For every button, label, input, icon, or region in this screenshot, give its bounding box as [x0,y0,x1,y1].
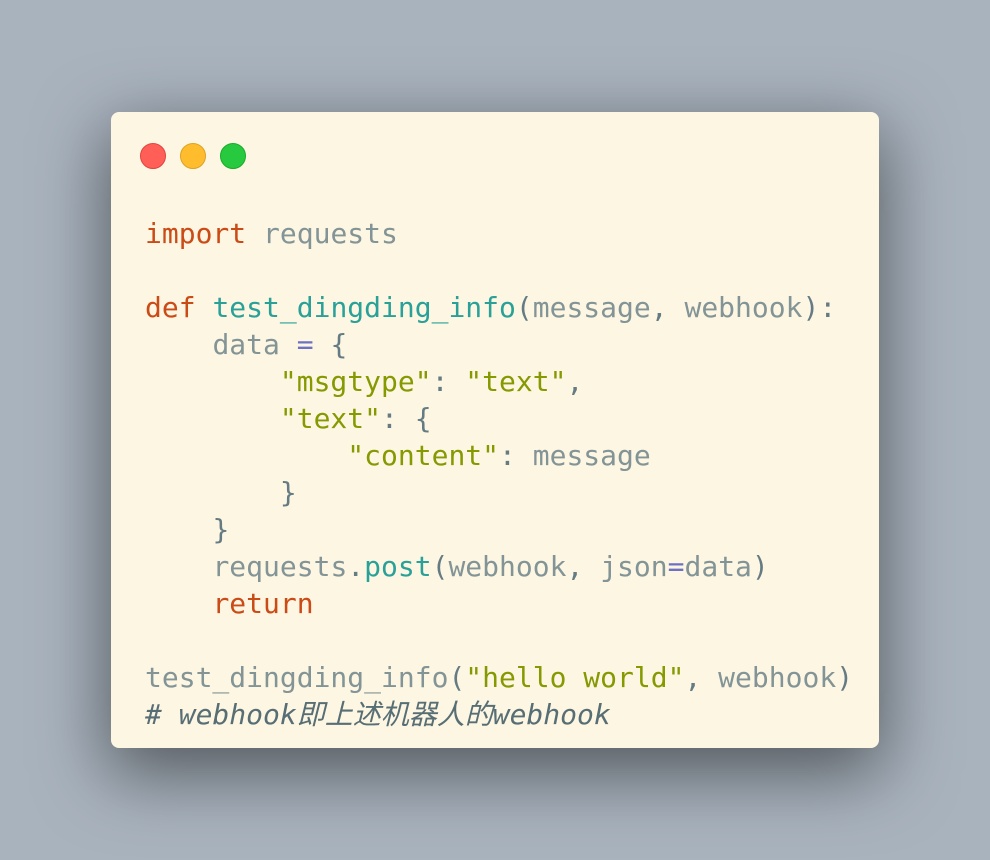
code-block: import requests def test_dingding_info(me… [145,215,853,733]
webhook-arg: webhook [448,550,567,583]
minimize-button[interactable] [180,143,206,169]
json-kwarg: json [600,550,668,583]
code-line-3: def test_dingding_info(message, webhook)… [145,291,837,324]
code-line-10: requests.post(webhook, json=data) [212,550,769,583]
code-line-4: data = { [212,328,348,361]
param-message: message [532,291,651,324]
code-line-9: } [212,513,230,546]
def-keyword: def [145,291,196,324]
import-keyword: import [145,217,247,250]
msgtype-key: "msgtype" [279,365,432,398]
code-window: import requests def test_dingding_info(me… [111,112,879,748]
content-value: message [532,439,651,472]
code-line-8: } [279,476,297,509]
data-variable: data [212,328,280,361]
code-line-11: return [145,585,853,622]
requests-object: requests [212,550,348,583]
text-key: "text" [279,402,382,435]
content-key: "content" [347,439,500,472]
post-method: post [364,550,432,583]
webhook-call-arg: webhook [718,661,837,694]
code-comment: # webhook即上述机器人的webhook [145,698,611,731]
data-arg: data [684,550,752,583]
return-keyword: return [212,587,314,620]
close-button[interactable] [140,143,166,169]
module-name: requests [263,217,398,250]
window-controls [140,143,246,169]
function-name: test_dingding_info [212,291,516,324]
code-line-1: import requests [145,215,853,252]
code-line-6: "text": { [279,402,432,435]
maximize-button[interactable] [220,143,246,169]
hello-world-string: "hello world" [465,661,685,694]
function-call-name: test_dingding_info [145,661,449,694]
code-line-5: "msgtype": "text", [279,365,584,398]
code-line-14: # webhook即上述机器人的webhook [145,696,853,733]
code-line-7: "content": message [347,439,651,472]
param-webhook: webhook [684,291,803,324]
msgtype-value: "text" [465,365,567,398]
code-line-13: test_dingding_info("hello world", webhoo… [145,661,854,694]
